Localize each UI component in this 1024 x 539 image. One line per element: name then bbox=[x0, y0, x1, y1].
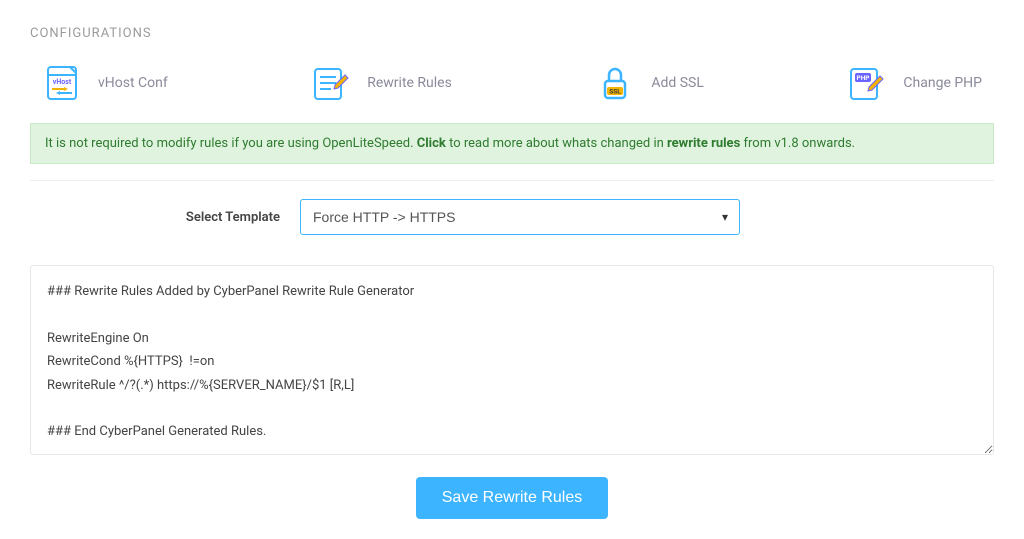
template-label: Select Template bbox=[40, 210, 300, 225]
svg-text:SSL: SSL bbox=[610, 88, 622, 96]
ssl-icon: SSL bbox=[595, 63, 635, 103]
template-select[interactable]: Force HTTP -> HTTPS bbox=[300, 199, 740, 235]
config-tabs: vHost vHost Conf Rewrite Rules bbox=[30, 63, 994, 103]
info-alert: It is not required to modify rules if yo… bbox=[30, 123, 994, 164]
tab-add-ssl[interactable]: SSL Add SSL bbox=[595, 63, 704, 103]
alert-click[interactable]: Click bbox=[417, 136, 446, 151]
svg-text:vHost: vHost bbox=[53, 78, 72, 86]
alert-text: to read more about whats changed in bbox=[446, 136, 667, 151]
rewrite-icon bbox=[311, 63, 351, 103]
tab-label: Rewrite Rules bbox=[367, 75, 452, 91]
tab-label: Add SSL bbox=[651, 75, 704, 91]
php-icon: PHP bbox=[847, 63, 887, 103]
template-row: Select Template Force HTTP -> HTTPS ▾ bbox=[30, 199, 994, 235]
divider bbox=[30, 180, 994, 181]
tab-rewrite-rules[interactable]: Rewrite Rules bbox=[311, 63, 452, 103]
alert-text: from v1.8 onwards. bbox=[740, 136, 855, 151]
tab-label: Change PHP bbox=[903, 75, 982, 91]
tab-change-php[interactable]: PHP Change PHP bbox=[847, 63, 982, 103]
tab-vhost-conf[interactable]: vHost vHost Conf bbox=[42, 63, 168, 103]
alert-rules[interactable]: rewrite rules bbox=[667, 136, 740, 151]
rewrite-rules-textarea[interactable] bbox=[30, 265, 994, 455]
tab-label: vHost Conf bbox=[98, 75, 168, 91]
alert-text: It is not required to modify rules if yo… bbox=[45, 136, 417, 151]
save-rewrite-rules-button[interactable]: Save Rewrite Rules bbox=[416, 477, 609, 519]
svg-text:PHP: PHP bbox=[857, 74, 870, 82]
vhost-icon: vHost bbox=[42, 63, 82, 103]
section-title: CONFIGURATIONS bbox=[30, 26, 994, 41]
